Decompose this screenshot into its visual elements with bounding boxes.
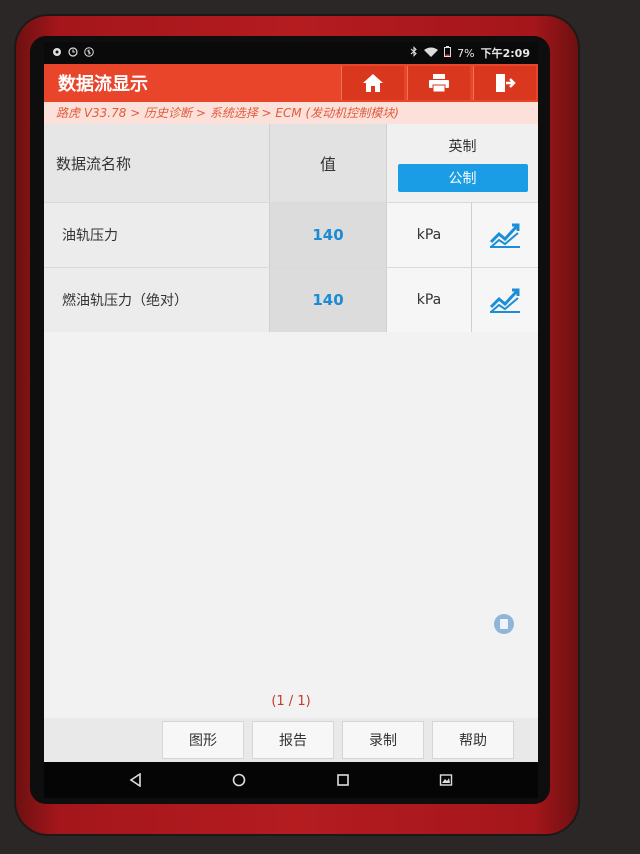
floating-tool-button[interactable] [494,614,514,634]
notification-icon [52,47,62,60]
report-button[interactable]: 报告 [252,721,334,759]
row-value: 140 [270,268,387,332]
record-button[interactable]: 录制 [342,721,424,759]
unit-imperial-button[interactable]: 英制 [449,134,477,160]
data-stream-table: 数据流名称 值 英制 公制 油轨压力 140 kPa 燃油轨压力（绝对） 140… [44,124,538,332]
screenshot-icon [440,774,453,786]
graph-button[interactable]: 图形 [162,721,244,759]
screenshot-button[interactable] [434,768,458,792]
battery-icon [444,46,452,60]
row-unit: kPa [387,203,472,267]
screen: 7% 下午2:09 数据流显示 路虎 V33.78 > 历史诊断 > 系统选择 … [44,42,538,798]
help-button[interactable]: 帮助 [432,721,514,759]
unit-selector: 英制 公制 [387,124,538,202]
home-circle-icon [232,773,246,787]
page-title: 数据流显示 [58,74,148,95]
page-indicator: (1 / 1) [271,694,311,709]
document-icon [500,619,508,629]
graph-icon [489,223,520,248]
print-button[interactable] [407,66,470,100]
bluetooth-off-icon [84,46,94,60]
row-graph-button[interactable] [472,203,538,267]
battery-percent: 7% [457,46,475,60]
table-row[interactable]: 油轨压力 140 kPa [44,202,538,267]
wifi-icon [424,47,439,60]
table-row[interactable]: 燃油轨压力（绝对） 140 kPa [44,267,538,332]
bottom-toolbar: 图形 报告 录制 帮助 [44,718,538,762]
bluetooth-icon [410,46,418,60]
recents-button[interactable] [331,768,355,792]
table-header: 数据流名称 值 英制 公制 [44,124,538,202]
home-icon [363,74,383,92]
exit-icon [496,74,516,92]
row-graph-button[interactable] [472,268,538,332]
row-name: 燃油轨压力（绝对） [44,268,270,332]
print-icon [429,74,449,93]
header-name: 数据流名称 [44,124,270,202]
back-button[interactable] [124,768,148,792]
exit-button[interactable] [473,66,536,100]
header-value: 值 [270,124,387,202]
home-nav-button[interactable] [227,768,251,792]
row-unit: kPa [387,268,472,332]
status-bar: 7% 下午2:09 [44,42,538,64]
breadcrumb: 路虎 V33.78 > 历史诊断 > 系统选择 > ECM (发动机控制模块) [44,102,538,124]
android-nav-bar [44,762,538,798]
status-time: 下午2:09 [480,47,530,60]
row-name: 油轨压力 [44,203,270,267]
row-value: 140 [270,203,387,267]
graph-icon [489,288,520,313]
recents-icon [336,774,349,786]
clock-icon [68,46,78,60]
home-button[interactable] [341,66,404,100]
unit-metric-button[interactable]: 公制 [397,164,528,192]
back-icon [129,773,141,787]
title-bar: 数据流显示 [44,64,538,102]
